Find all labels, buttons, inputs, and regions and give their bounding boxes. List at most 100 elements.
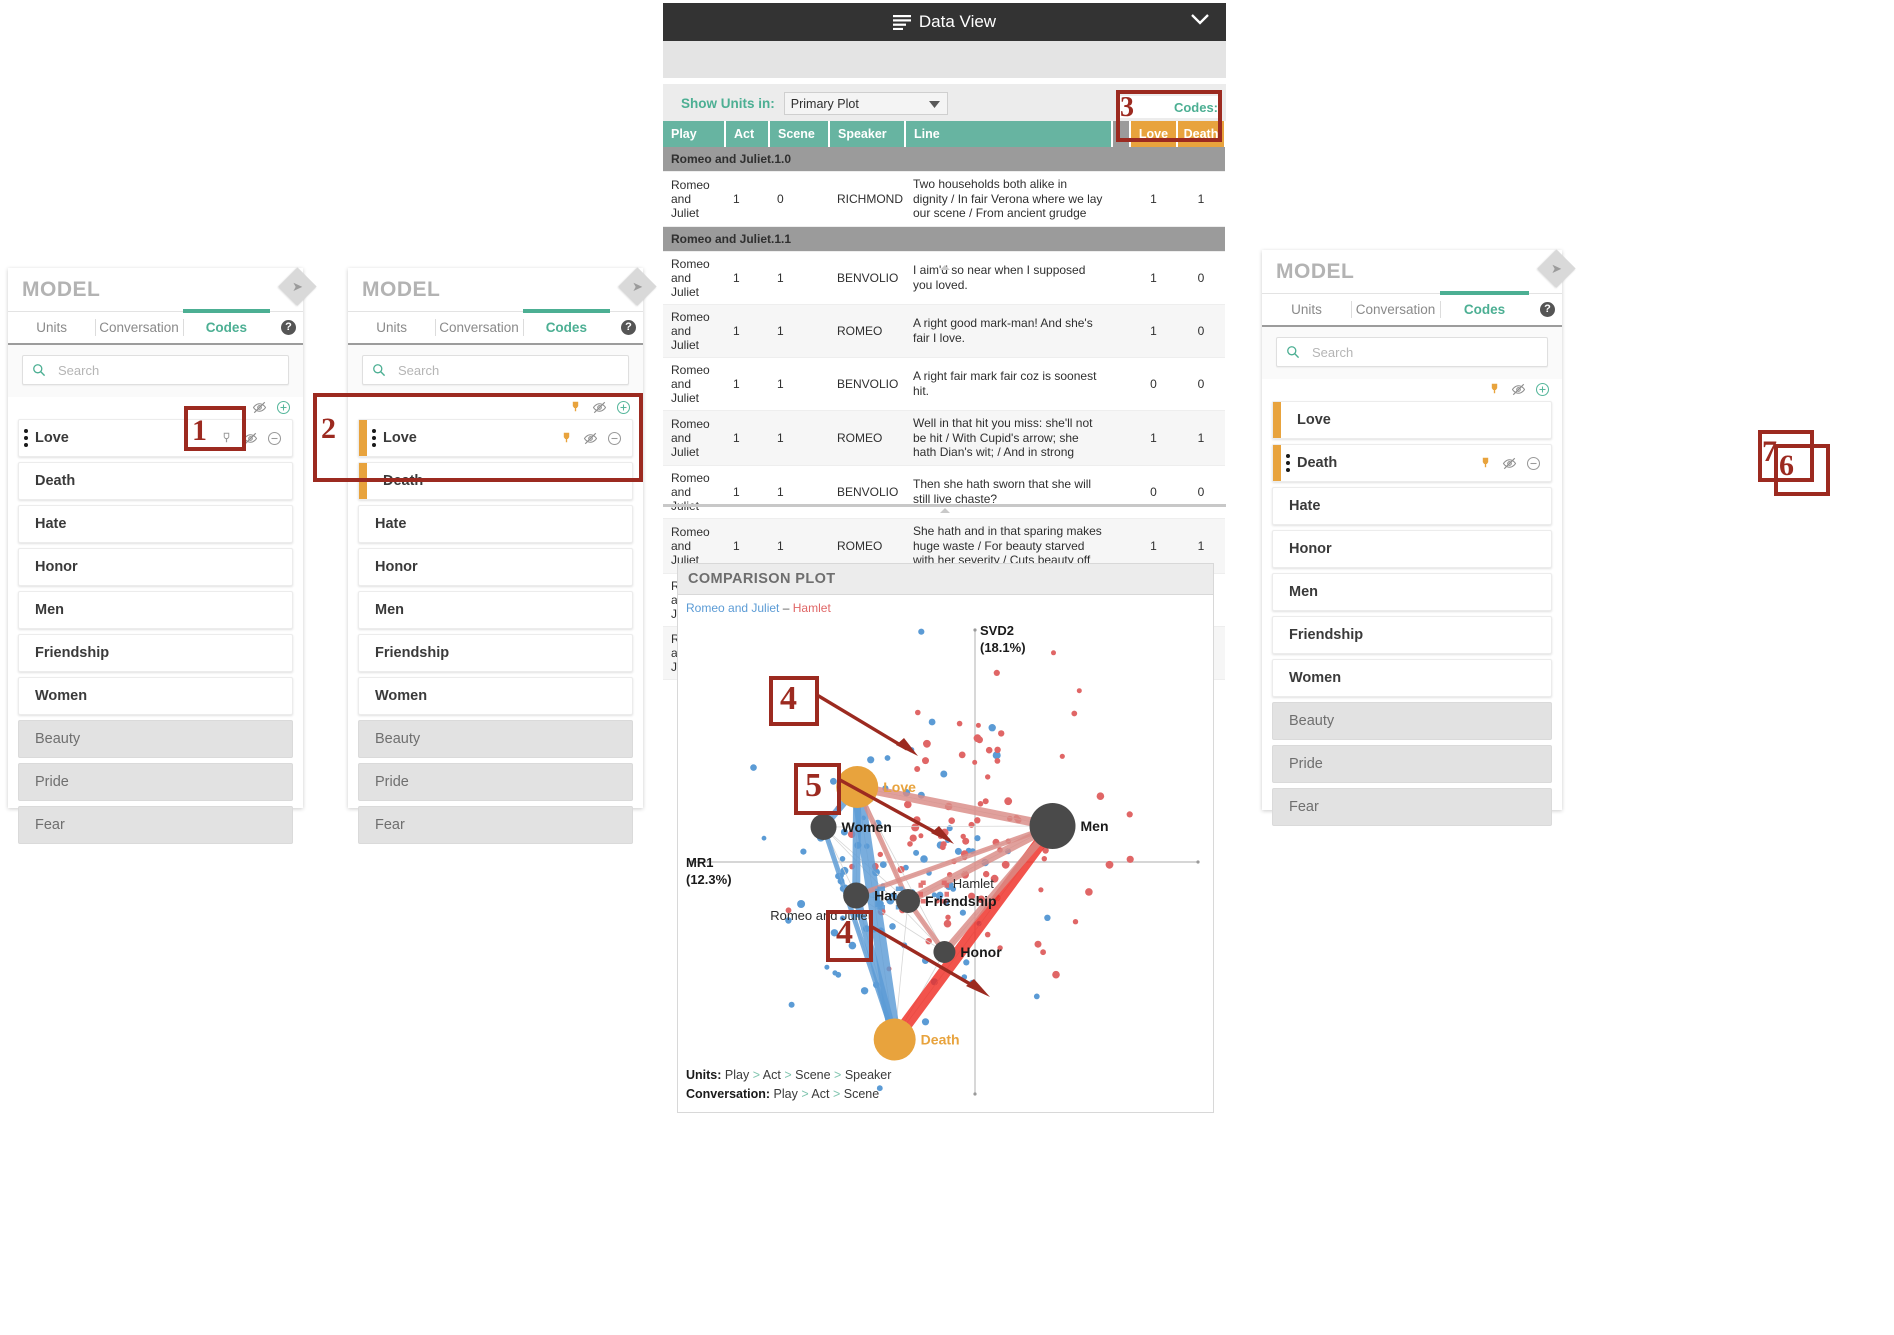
col-death[interactable]: Death (1177, 121, 1226, 147)
highlighter-icon[interactable] (1487, 382, 1502, 397)
tab-conversation[interactable]: Conversation (1351, 294, 1440, 325)
code-color-bar (1273, 445, 1281, 481)
col-act[interactable]: Act (725, 121, 770, 147)
list-item[interactable]: Death (358, 462, 633, 500)
list-item[interactable]: Beauty (358, 720, 633, 758)
data-view-header[interactable]: Data View (663, 3, 1226, 41)
highlighter-icon[interactable] (1478, 456, 1493, 471)
list-item[interactable]: Pride (1272, 745, 1552, 783)
eye-slash-icon[interactable] (1502, 456, 1517, 471)
minus-circle-icon[interactable] (607, 431, 622, 446)
col-speaker[interactable]: Speaker (829, 121, 906, 147)
search-input[interactable]: Search (1276, 337, 1548, 367)
list-item[interactable]: Fear (358, 806, 633, 844)
tabs-help-wrap: ? (610, 312, 643, 343)
cell-act: 1 (725, 357, 769, 411)
list-item[interactable]: Women (1272, 659, 1552, 697)
list-item[interactable]: Friendship (18, 634, 293, 672)
drag-handle-icon[interactable] (367, 420, 381, 456)
list-item[interactable]: Fear (18, 806, 293, 844)
cell-play: Romeo and Juliet (663, 410, 725, 466)
list-item[interactable]: Love (358, 419, 633, 457)
footer-units-line: Units: Play > Act > Scene > Speaker (686, 1066, 891, 1085)
table-group-row: Romeo and Juliet.1.1 (663, 226, 1225, 252)
eye-slash-icon[interactable] (1511, 382, 1526, 397)
minus-circle-icon[interactable] (267, 431, 282, 446)
plus-circle-icon[interactable] (1535, 382, 1550, 397)
help-icon[interactable]: ? (280, 320, 296, 335)
list-item[interactable]: Death (18, 462, 293, 500)
list-item[interactable]: Men (358, 591, 633, 629)
list-item[interactable]: Hate (1272, 487, 1552, 525)
codes-label: Codes: (1173, 99, 1218, 115)
scroll-handle[interactable] (939, 508, 950, 513)
table-row[interactable]: Romeo and Juliet 1 1 ROMEO A right good … (663, 304, 1225, 358)
list-item[interactable]: Women (18, 677, 293, 715)
list-item[interactable]: Love (18, 419, 293, 457)
search-input[interactable]: Search (22, 355, 289, 385)
expand-icon[interactable]: ➤ (278, 267, 317, 306)
tab-units[interactable]: Units (1262, 294, 1351, 325)
plus-circle-icon[interactable] (616, 400, 631, 415)
drag-handle-icon[interactable] (19, 420, 33, 456)
minus-circle-icon[interactable] (1526, 456, 1541, 471)
list-item[interactable]: Pride (18, 763, 293, 801)
table-row[interactable]: Romeo and Juliet 1 0 RICHMOND Two househ… (663, 171, 1225, 227)
plus-circle-icon[interactable] (276, 400, 291, 415)
tab-codes[interactable]: Codes (1440, 291, 1529, 325)
col-play[interactable]: Play (663, 121, 726, 147)
list-item[interactable]: Hate (18, 505, 293, 543)
list-item[interactable]: Fear (1272, 788, 1552, 826)
search-input[interactable]: Search (362, 355, 629, 385)
list-item[interactable]: Honor (358, 548, 633, 586)
list-item[interactable]: Friendship (1272, 616, 1552, 654)
chevron-down-icon[interactable] (1190, 12, 1210, 26)
eye-slash-icon[interactable] (243, 431, 258, 446)
highlighter-icon[interactable] (219, 431, 234, 446)
list-item[interactable]: Love (1272, 401, 1552, 439)
list-item[interactable]: Pride (358, 763, 633, 801)
cell-death: 0 (1177, 304, 1225, 358)
table-row[interactable]: Romeo and Juliet 1 1 ROMEO Well in that … (663, 410, 1225, 466)
drag-handle-icon[interactable] (1281, 445, 1295, 481)
code-label: Men (1289, 584, 1318, 600)
col-love[interactable]: Love (1130, 121, 1178, 147)
highlighter-icon[interactable] (568, 400, 583, 415)
tab-codes[interactable]: Codes (522, 309, 611, 343)
expand-icon[interactable]: ➤ (1537, 249, 1576, 288)
list-item[interactable]: Honor (1272, 530, 1552, 568)
tab-codes[interactable]: Codes (182, 309, 271, 343)
scroll-handle[interactable] (939, 265, 950, 270)
list-item[interactable]: Men (1272, 573, 1552, 611)
highlighter-icon[interactable] (559, 431, 574, 446)
list-item[interactable]: Women (358, 677, 633, 715)
tab-units[interactable]: Units (8, 312, 95, 343)
list-icon (892, 14, 911, 30)
list-item[interactable]: Death (1272, 444, 1552, 482)
table-row[interactable]: Romeo and Juliet 1 1 BENVOLIO A right fa… (663, 357, 1225, 411)
list-item[interactable]: Hate (358, 505, 633, 543)
code-label: Love (1297, 412, 1331, 428)
list-item[interactable]: Beauty (18, 720, 293, 758)
expand-icon[interactable]: ➤ (618, 267, 657, 306)
cell-scene: 1 (769, 410, 829, 466)
tab-conversation[interactable]: Conversation (435, 312, 522, 343)
eye-slash-icon[interactable] (583, 431, 598, 446)
col-scene[interactable]: Scene (769, 121, 830, 147)
y-axis-label: SVD2 (18.1%) (980, 623, 1026, 655)
eye-slash-icon[interactable] (252, 400, 267, 415)
comparison-plot-canvas[interactable]: Romeo and JulietHamlet LoveWomenHate Frie… (678, 612, 1213, 1112)
list-item[interactable]: Friendship (358, 634, 633, 672)
show-units-select[interactable]: Primary Plot (783, 92, 948, 115)
help-icon[interactable]: ? (620, 320, 636, 335)
list-item[interactable]: Men (18, 591, 293, 629)
eye-slash-icon[interactable] (592, 400, 607, 415)
list-item[interactable]: Honor (18, 548, 293, 586)
x-axis-label: MR1 (12.3%) (686, 855, 732, 887)
list-item[interactable]: Beauty (1272, 702, 1552, 740)
col-line[interactable]: Line (905, 121, 1113, 147)
tab-conversation[interactable]: Conversation (95, 312, 182, 343)
table-row[interactable]: Romeo and Juliet 1 1 BENVOLIO I aim'd so… (663, 251, 1225, 305)
tab-units[interactable]: Units (348, 312, 435, 343)
help-icon[interactable]: ? (1540, 302, 1555, 317)
